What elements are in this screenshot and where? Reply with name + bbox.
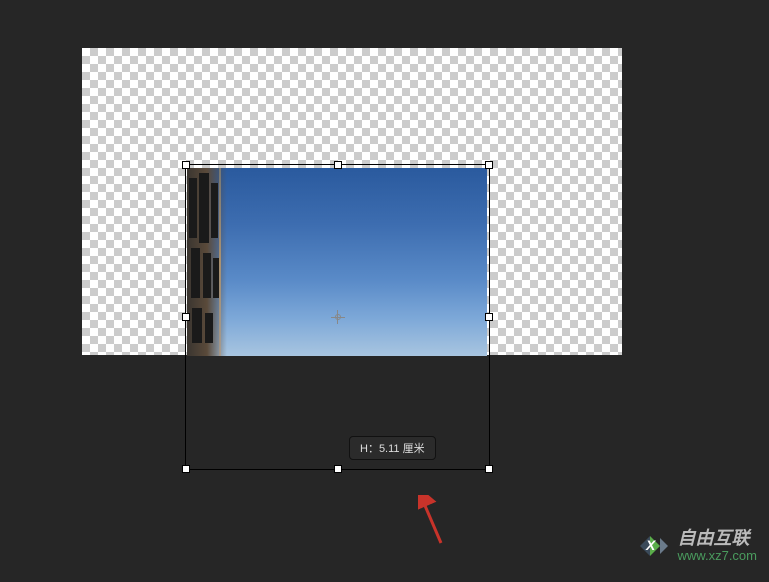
dimension-tooltip: H：5.11 厘米: [349, 436, 436, 460]
transform-handle-bottom-center[interactable]: [334, 465, 342, 473]
transform-handle-top-right[interactable]: [485, 161, 493, 169]
watermark: X 自由互联 www.xz7.com: [636, 528, 757, 564]
image-content-cityscape: [187, 168, 227, 356]
annotation-arrow: [418, 495, 448, 550]
watermark-logo-icon: X: [636, 528, 672, 564]
transform-handle-bottom-left[interactable]: [182, 465, 190, 473]
watermark-title: 自由互联: [678, 529, 757, 549]
transform-handle-top-center[interactable]: [334, 161, 342, 169]
transformed-layer-image[interactable]: [187, 168, 487, 356]
transform-handle-middle-right[interactable]: [485, 313, 493, 321]
watermark-url: www.xz7.com: [678, 549, 757, 563]
svg-text:X: X: [645, 537, 657, 553]
transform-handle-middle-left[interactable]: [182, 313, 190, 321]
transform-center-point[interactable]: [331, 310, 345, 324]
dimension-value: H：5.11 厘米: [360, 443, 425, 455]
transform-handle-top-left[interactable]: [182, 161, 190, 169]
transform-handle-bottom-right[interactable]: [485, 465, 493, 473]
